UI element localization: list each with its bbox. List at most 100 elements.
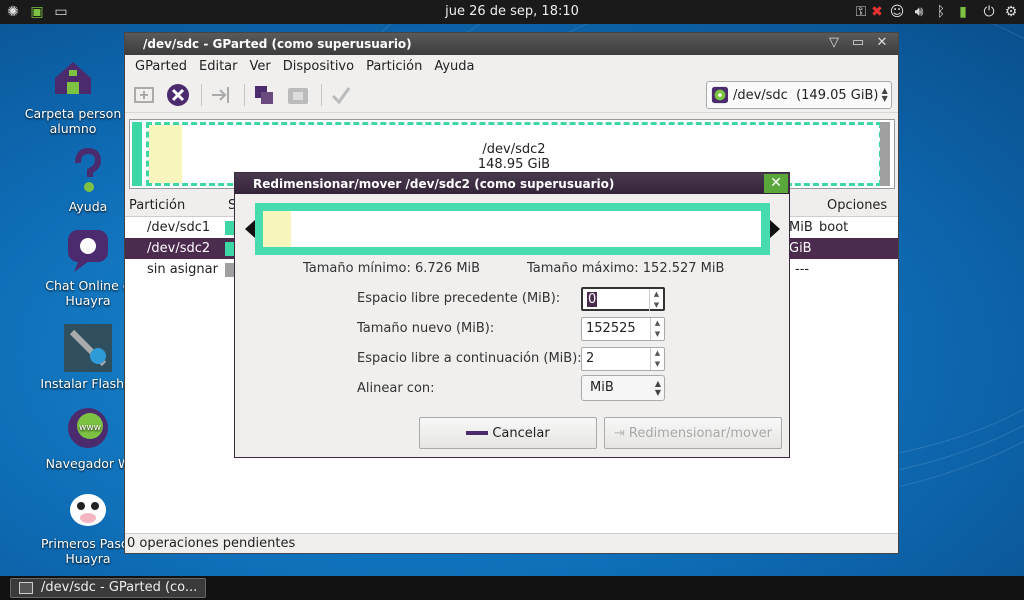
resize-graphic[interactable] [245, 203, 780, 255]
align-value: MiB [590, 380, 614, 395]
volume-icon[interactable]: 🔊︎ [910, 3, 928, 21]
menu-editar[interactable]: Editar [193, 59, 244, 74]
new-size-label: Tamaño nuevo (MiB): [357, 321, 495, 336]
updown-arrows-icon: ▲ ▼ [881, 86, 888, 103]
menu-ayuda[interactable]: Ayuda [428, 59, 480, 74]
desktop-icon-label: Chat Online d Huayra [45, 278, 131, 308]
new-size-spinner[interactable]: 152525 ▲ ▼ [581, 317, 665, 341]
desktop-icon-home-folder[interactable]: Carpeta person alumno [8, 54, 138, 136]
window-title: /dev/sdc - GParted (como superusuario) [143, 37, 412, 51]
accessibility-icon[interactable]: ☺ [888, 3, 906, 21]
resize-move-icon [212, 86, 229, 103]
home-folder-icon [49, 54, 97, 102]
free-after-spinner[interactable]: 2 ▲ ▼ [581, 347, 665, 371]
delete-icon [167, 83, 189, 106]
new-partition-icon [134, 86, 154, 103]
spinner-arrows-icon[interactable]: ▲ ▼ [650, 318, 664, 340]
free-after-value[interactable]: 2 [586, 351, 594, 366]
used-space [263, 211, 291, 247]
power-icon[interactable]: ⏻ [980, 3, 998, 21]
close-icon[interactable]: ✕ [874, 35, 890, 51]
header-options[interactable]: Opciones [827, 198, 887, 213]
delete-partition-button[interactable] [163, 80, 193, 110]
free-before-value[interactable]: 0 [587, 292, 598, 307]
free-after-label: Espacio libre a continuación (MiB): [357, 351, 582, 366]
toolbar-separator [201, 83, 202, 106]
free-before-label: Espacio libre precedente (MiB): [357, 291, 561, 306]
help-icon [64, 147, 112, 195]
row-size: --- [795, 262, 810, 277]
disk-icon [711, 86, 729, 104]
resize-move-label: Redimensionar/mover [628, 425, 773, 441]
svg-text:www: www [79, 423, 101, 433]
row-options: boot [819, 220, 849, 235]
right-resize-handle[interactable] [770, 220, 780, 238]
row-size: MiB [789, 220, 813, 235]
disk-map-sdc1[interactable] [132, 122, 142, 186]
min-size-label: Tamaño mínimo: 6.726 MiB [303, 261, 481, 276]
resize-move-icon: ⇥ [613, 425, 625, 441]
window-menu-icon[interactable]: ▽ [826, 35, 842, 51]
disk-map-unallocated[interactable] [880, 122, 890, 186]
taskbar-window-button[interactable]: /dev/sdc - GParted (co... [10, 578, 206, 598]
max-size-label: Tamaño máximo: 152.527 MiB [527, 261, 725, 276]
tools-icon [64, 324, 112, 372]
check-icon [331, 86, 351, 104]
partition-inner[interactable] [263, 211, 761, 247]
resize-move-button[interactable] [206, 80, 236, 110]
toolbar-separator [321, 83, 322, 106]
disk-map-partition-name: /dev/sdc2 [482, 142, 546, 157]
taskbar: /dev/sdc - GParted (co... [0, 576, 1024, 600]
cow-mascot-icon [64, 484, 112, 532]
spinner-arrows-icon[interactable]: ▲ ▼ [649, 289, 663, 311]
copy-button[interactable] [249, 80, 279, 110]
taskbar-window-label: /dev/sdc - GParted (co... [41, 580, 198, 595]
align-label: Alinear con: [357, 381, 435, 396]
updown-arrows-icon: ▲ ▼ [654, 379, 661, 397]
desktop-icon-label: Navegador W [45, 456, 131, 471]
left-resize-handle[interactable] [245, 220, 255, 238]
desktop-icon-label: Primeros Pasos Huayra [40, 536, 136, 566]
dialog-titlebar[interactable]: Redimensionar/mover /dev/sdc2 (como supe… [235, 173, 789, 194]
header-partition[interactable]: Partición [129, 198, 185, 213]
top-panel: ✺ ▣ ▭ jue 26 de sep, 18:10 ⚿ ✖ ☺ 🔊︎ ᛒ ▮ … [0, 0, 1024, 24]
paste-button[interactable] [283, 80, 313, 110]
paste-icon [288, 87, 308, 104]
cancel-icon [466, 431, 489, 435]
new-size-value[interactable]: 152525 [586, 321, 636, 336]
spinner-arrows-icon[interactable]: ▲ ▼ [650, 348, 664, 370]
resize-move-confirm-button[interactable]: ⇥ Redimensionar/mover [604, 417, 782, 449]
cancel-label: Cancelar [492, 425, 550, 441]
chat-icon [64, 226, 112, 274]
disk-map-partition-size: 148.95 GiB [477, 157, 551, 172]
battery-icon[interactable]: ▮ [954, 3, 972, 21]
device-selector[interactable]: /dev/sdc (149.05 GiB) ▲ ▼ [706, 81, 892, 109]
window-titlebar[interactable]: /dev/sdc - GParted (como superusuario) ▽… [125, 33, 898, 55]
desktop-icon-label: Ayuda [68, 199, 108, 214]
menu-gparted[interactable]: GParted [129, 59, 193, 74]
desktop-icon-label: Carpeta person alumno [24, 106, 122, 136]
free-before-spinner[interactable]: 0 ▲ ▼ [581, 287, 665, 311]
web-browser-icon: www [64, 404, 112, 452]
cancel-button[interactable]: Cancelar [419, 417, 597, 449]
maximize-icon[interactable]: ▭ [850, 35, 866, 51]
new-partition-button[interactable] [129, 80, 159, 110]
menu-ver[interactable]: Ver [244, 59, 277, 74]
device-selector-label: /dev/sdc (149.05 GiB) [732, 87, 879, 103]
dialog-close-icon[interactable]: ✕ [764, 174, 788, 193]
status-bar: 0 operaciones pendientes [125, 533, 898, 553]
menu-dispositivo[interactable]: Dispositivo [277, 59, 360, 74]
settings-icon[interactable]: ⚙ [1002, 3, 1020, 21]
apply-button[interactable] [326, 80, 356, 110]
desktop-icon-label: Instalar Flash P [40, 376, 136, 391]
alert-icon[interactable]: ✖ [868, 3, 886, 21]
row-size: GiB [789, 241, 812, 256]
toolbar: /dev/sdc (149.05 GiB) ▲ ▼ [125, 77, 898, 113]
align-select[interactable]: MiB ▲ ▼ [581, 375, 665, 401]
bluetooth-icon[interactable]: ᛒ [932, 3, 950, 21]
menubar: GParted Editar Ver Dispositivo Partición… [125, 55, 898, 77]
row-partition: /dev/sdc1 [147, 220, 211, 235]
copy-icon [255, 85, 273, 104]
window-icon [19, 582, 33, 594]
menu-particion[interactable]: Partición [360, 59, 428, 74]
